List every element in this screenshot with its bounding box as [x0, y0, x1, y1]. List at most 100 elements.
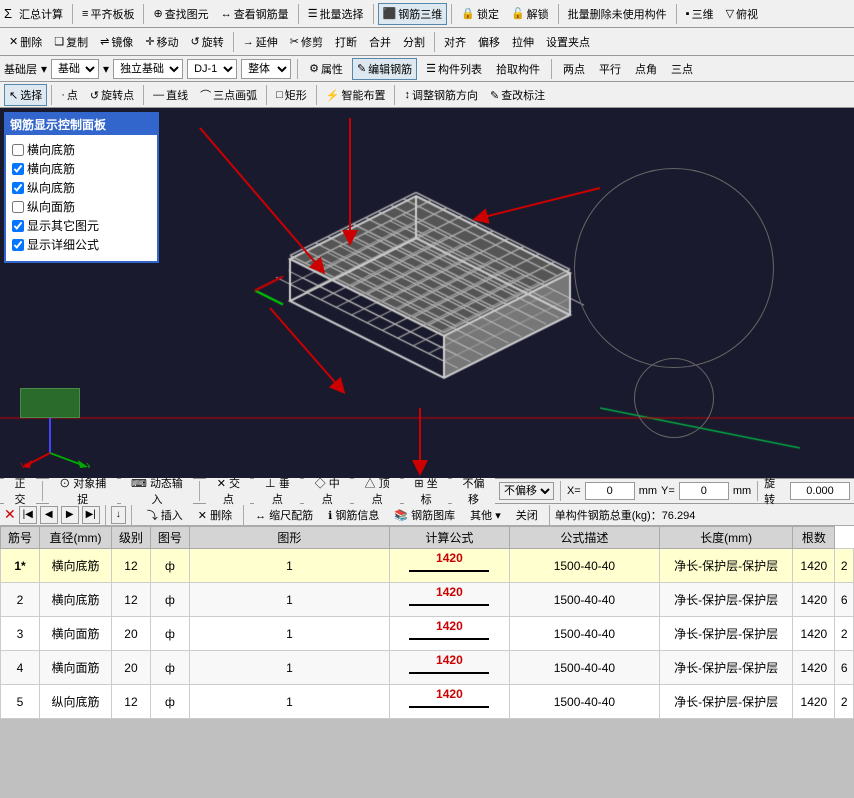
checkbox-zong-bottom[interactable]: 纵向底筋 [12, 179, 151, 196]
checkbox-zong-top-input[interactable] [12, 201, 24, 213]
table-row[interactable]: 5纵向底筋12ф114201500-40-40净长-保护层-保护层14202 [1, 685, 854, 719]
pick-component-btn[interactable]: 拾取构件 [491, 58, 545, 80]
parallel-btn[interactable]: 平行 [594, 58, 626, 80]
cell-desc: 净长-保护层-保护层 [659, 549, 792, 583]
table-row[interactable]: 2横向底筋12ф114201500-40-40净长-保护层-保护层14206 [1, 583, 854, 617]
point-btn[interactable]: · 点 [56, 84, 83, 106]
three-point-btn[interactable]: 三点 [666, 58, 698, 80]
3d-view-btn[interactable]: ▪ 三维 [681, 3, 719, 25]
sep15 [316, 85, 317, 105]
rebar-3d-btn[interactable]: ⬛ 钢筋三维 [378, 3, 448, 25]
batch-select-btn[interactable]: ☰ 批量选择 [303, 3, 369, 25]
trim-btn[interactable]: ✂ 修剪 [285, 31, 328, 53]
rotate-icon: ↺ [191, 35, 200, 48]
check-annotation-btn[interactable]: ✎ 查改标注 [485, 84, 550, 106]
extend-btn[interactable]: → 延伸 [238, 31, 283, 53]
col-fig: 图形 [189, 527, 389, 549]
break-btn[interactable]: 打断 [330, 31, 362, 53]
rotate-point-btn[interactable]: ↺ 旋转点 [85, 84, 139, 106]
insert-btn[interactable]: ⤵ 插入 [141, 505, 189, 525]
select-icon: ↖ [9, 89, 18, 102]
col-grade: 图号 [150, 527, 189, 549]
dynamic-icon: ⌨ [131, 478, 147, 490]
split-btn[interactable]: 分割 [398, 31, 430, 53]
layer-type-select[interactable]: 基础 [51, 59, 99, 79]
line-btn[interactable]: — 直线 [148, 84, 193, 106]
smart-icon: ⚡ [326, 89, 340, 102]
sep-n2 [131, 505, 132, 525]
view-rebar-btn[interactable]: ↔ 查看钢筋量 [216, 3, 294, 25]
trim-icon: ✂ [290, 35, 299, 48]
component-id-select[interactable]: DJ-1 [187, 59, 237, 79]
checkbox-other-elements[interactable]: 显示其它图元 [12, 217, 151, 234]
offset-select[interactable]: 不偏移 [499, 482, 554, 500]
lock-btn[interactable]: 🔒 锁定 [456, 3, 504, 25]
table-row[interactable]: 4横向面筋20ф114201500-40-40净长-保护层-保护层14206 [1, 651, 854, 685]
mirror-btn[interactable]: ⇌ 镜像 [95, 31, 138, 53]
view-mode-select[interactable]: 整体 [241, 59, 291, 79]
rotate-input[interactable] [790, 482, 850, 500]
delete-btn[interactable]: ✕ 删除 [4, 31, 47, 53]
last-btn[interactable]: ▶| [82, 506, 100, 524]
sep-n4 [549, 505, 550, 525]
top-view-btn[interactable]: ▽ 俯视 [721, 3, 763, 25]
align-btn[interactable]: 对齐 [439, 31, 471, 53]
stretch-btn[interactable]: 拉伸 [507, 31, 539, 53]
y-input[interactable] [679, 482, 729, 500]
rect-btn[interactable]: □ 矩形 [271, 84, 312, 106]
copy-btn[interactable]: ❑ 复制 [49, 31, 93, 53]
flat-board-btn[interactable]: ≡ 平齐板板 [77, 3, 139, 25]
checkbox-zong-bottom-input[interactable] [12, 182, 24, 194]
play-btn[interactable]: ▶ [61, 506, 79, 524]
cell-dia: 20 [111, 651, 150, 685]
component-type-select[interactable]: 独立基础 [113, 59, 183, 79]
checkbox-detail-formula[interactable]: 显示详细公式 [12, 236, 151, 253]
checkbox-other-elements-input[interactable] [12, 220, 24, 232]
cell-length: 1420 [793, 651, 835, 685]
viewport[interactable]: 钢筋显示控制面板 横向底筋 横向底筋 纵向底筋 纵向面筋 显示其它图元 显示详细… [0, 108, 854, 478]
x-input[interactable] [585, 482, 635, 500]
capture-btn[interactable]: ⊙ 对象捕捉 [49, 473, 117, 509]
rebar-info-btn[interactable]: ℹ 钢筋信息 [322, 505, 385, 525]
offset-btn[interactable]: 偏移 [473, 31, 505, 53]
scale-config-btn[interactable]: ↔ 缩尺配筋 [249, 505, 319, 525]
del-row-btn[interactable]: ✕ 删除 [192, 505, 238, 525]
other-btn[interactable]: 其他 ▾ [464, 505, 507, 525]
rebar-library-btn[interactable]: 📚 钢筋图库 [388, 505, 461, 525]
two-point-btn[interactable]: 两点 [558, 58, 590, 80]
batch-delete-btn[interactable]: 批量删除未使用构件 [563, 3, 672, 25]
table-row[interactable]: 1*横向底筋12ф114201500-40-40净长-保护层-保护层14202 [1, 549, 854, 583]
close-red-btn[interactable]: ✕ [4, 506, 16, 523]
sep13 [143, 85, 144, 105]
edit-rebar-btn[interactable]: ✎ 编辑钢筋 [352, 58, 417, 80]
checkbox-zong-top[interactable]: 纵向面筋 [12, 198, 151, 215]
edit-rebar-icon: ✎ [357, 62, 366, 75]
component-list-btn[interactable]: ☰ 构件列表 [421, 58, 487, 80]
checkbox-heng-bottom-1[interactable]: 横向底筋 [12, 141, 151, 158]
checkbox-heng-bottom-1-input[interactable] [12, 144, 24, 156]
table-row[interactable]: 3横向面筋20ф114201500-40-40净长-保护层-保护层14202 [1, 617, 854, 651]
line-icon: — [153, 89, 164, 101]
checkbox-heng-bottom-2-input[interactable] [12, 163, 24, 175]
merge-btn[interactable]: 合并 [364, 31, 396, 53]
ortho-btn[interactable]: 正交 [4, 473, 36, 509]
select-btn[interactable]: ↖ 选择 [4, 84, 47, 106]
down-btn[interactable]: ↓ [111, 506, 126, 524]
checkbox-heng-bottom-2[interactable]: 横向底筋 [12, 160, 151, 177]
grip-btn[interactable]: 设置夹点 [541, 31, 595, 53]
move-btn[interactable]: ✛ 移动 [140, 31, 183, 53]
angle-btn[interactable]: 点角 [630, 58, 662, 80]
cell-id: 4 [1, 651, 40, 685]
close-btn[interactable]: 关闭 [510, 505, 544, 525]
summarize-btn[interactable]: 汇总计算 [14, 3, 68, 25]
smart-layout-btn[interactable]: ⚡ 智能布置 [321, 84, 391, 106]
prev-btn[interactable]: ◀ [40, 506, 58, 524]
checkbox-detail-formula-input[interactable] [12, 239, 24, 251]
find-element-btn[interactable]: ⊕ 查找图元 [148, 3, 213, 25]
first-btn[interactable]: |◀ [19, 506, 37, 524]
property-btn[interactable]: ⚙ 属性 [304, 58, 348, 80]
rotate-btn[interactable]: ↺ 旋转 [186, 31, 229, 53]
adjust-direction-btn[interactable]: ↕ 调整钢筋方向 [399, 84, 483, 106]
arc-btn[interactable]: ⌒ 三点画弧 [195, 84, 262, 106]
unlock-btn[interactable]: 🔓 解锁 [506, 3, 554, 25]
